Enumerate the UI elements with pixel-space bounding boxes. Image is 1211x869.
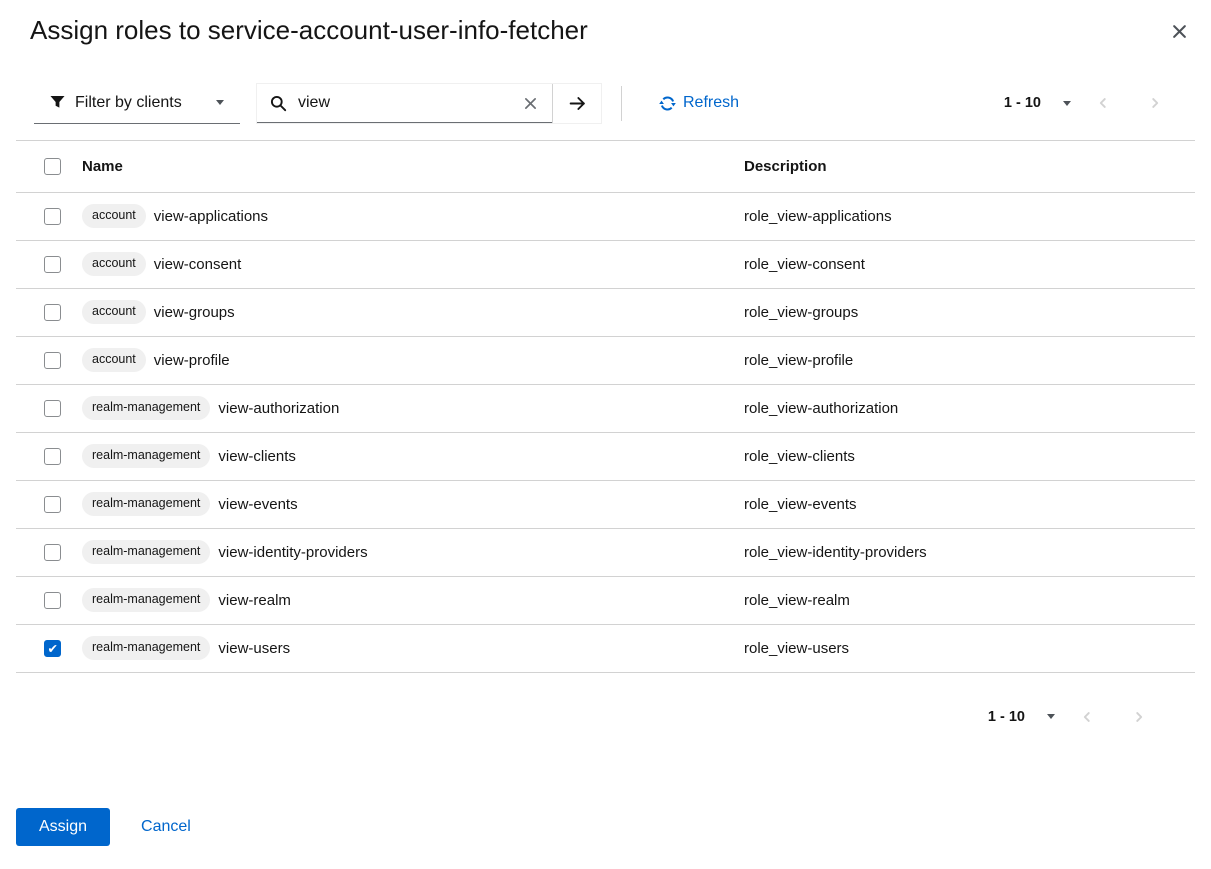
filter-dropdown-label: Filter by clients	[75, 94, 182, 112]
role-description: role_view-identity-providers	[744, 528, 1195, 576]
chevron-left-icon	[1096, 98, 1110, 113]
chevron-right-icon	[1132, 712, 1146, 727]
filter-icon	[50, 95, 65, 110]
row-checkbox[interactable]	[44, 256, 61, 273]
client-badge: realm-management	[82, 396, 210, 420]
row-checkbox[interactable]	[44, 208, 61, 225]
role-description: role_view-realm	[744, 576, 1195, 624]
table-row: account view-applications role_view-appl…	[16, 192, 1195, 240]
client-badge: realm-management	[82, 444, 210, 468]
row-checkbox[interactable]	[44, 544, 61, 561]
previous-page-button[interactable]	[1077, 88, 1129, 118]
role-name: view-profile	[154, 352, 230, 369]
row-checkbox[interactable]	[44, 352, 61, 369]
previous-page-button[interactable]	[1061, 702, 1113, 732]
role-name: view-applications	[154, 208, 268, 225]
cancel-button[interactable]: Cancel	[141, 818, 191, 836]
table-row: realm-management view-authorization role…	[16, 384, 1195, 432]
role-name: view-events	[218, 496, 297, 513]
role-name: view-clients	[218, 448, 296, 465]
page-title: Assign roles to service-account-user-inf…	[30, 14, 1181, 47]
search-input[interactable]	[296, 93, 500, 113]
client-badge: realm-management	[82, 492, 210, 516]
assign-roles-modal: Assign roles to service-account-user-inf…	[0, 0, 1211, 733]
search-group	[256, 83, 602, 124]
role-description: role_view-events	[744, 480, 1195, 528]
role-name: view-realm	[218, 592, 291, 609]
search-submit-button[interactable]	[552, 84, 601, 123]
toolbar: Filter by clients	[34, 83, 1195, 124]
clear-search-button[interactable]	[509, 97, 552, 110]
caret-down-icon	[216, 100, 224, 105]
table-row: realm-management view-identity-providers…	[16, 528, 1195, 576]
role-description: role_view-profile	[744, 336, 1195, 384]
refresh-button[interactable]: Refresh	[659, 83, 739, 124]
caret-down-icon	[1063, 101, 1071, 106]
client-badge: account	[82, 252, 146, 276]
clear-icon	[524, 97, 537, 110]
chevron-right-icon	[1148, 98, 1162, 113]
client-badge: account	[82, 348, 146, 372]
roles-table: Name Description account view-applicatio…	[16, 140, 1195, 673]
select-all-checkbox[interactable]	[44, 158, 61, 175]
table-header-row: Name Description	[16, 140, 1195, 192]
row-checkbox[interactable]	[44, 400, 61, 417]
row-checkbox[interactable]	[44, 496, 61, 513]
role-table-body: account view-applications role_view-appl…	[16, 192, 1195, 672]
role-description: role_view-authorization	[744, 384, 1195, 432]
role-name: view-authorization	[218, 400, 339, 417]
row-checkbox[interactable]	[44, 640, 61, 657]
pagination-range-toggle[interactable]: 1 - 10	[982, 701, 1061, 733]
next-page-button[interactable]	[1129, 88, 1181, 118]
toolbar-divider	[621, 86, 622, 121]
next-page-button[interactable]	[1113, 702, 1165, 732]
table-row: realm-management view-events role_view-e…	[16, 480, 1195, 528]
role-name: view-identity-providers	[218, 544, 367, 561]
role-description: role_view-consent	[744, 240, 1195, 288]
table-row: realm-management view-users role_view-us…	[16, 624, 1195, 672]
table-row: account view-consent role_view-consent	[16, 240, 1195, 288]
search-icon	[270, 95, 287, 112]
role-description: role_view-applications	[744, 192, 1195, 240]
modal-actions: Assign Cancel	[16, 808, 191, 846]
table-row: account view-profile role_view-profile	[16, 336, 1195, 384]
pagination-range: 1 - 10	[988, 709, 1025, 725]
column-header-name: Name	[82, 140, 744, 192]
role-name: view-users	[218, 640, 290, 657]
row-checkbox[interactable]	[44, 304, 61, 321]
top-pagination: 1 - 10	[998, 83, 1195, 124]
bottom-pagination: 1 - 10	[0, 701, 1211, 733]
refresh-label: Refresh	[683, 94, 739, 112]
role-name: view-groups	[154, 304, 235, 321]
client-badge: account	[82, 204, 146, 228]
role-description: role_view-groups	[744, 288, 1195, 336]
table-row: realm-management view-clients role_view-…	[16, 432, 1195, 480]
pagination-range: 1 - 10	[1004, 95, 1041, 111]
role-description: role_view-clients	[744, 432, 1195, 480]
client-badge: account	[82, 300, 146, 324]
client-badge: realm-management	[82, 636, 210, 660]
filter-dropdown[interactable]: Filter by clients	[34, 83, 240, 124]
role-name: view-consent	[154, 256, 242, 273]
modal-header: Assign roles to service-account-user-inf…	[0, 0, 1211, 47]
row-checkbox[interactable]	[44, 592, 61, 609]
caret-down-icon	[1047, 714, 1055, 719]
client-badge: realm-management	[82, 540, 210, 564]
close-button[interactable]	[1164, 16, 1195, 47]
arrow-right-icon	[568, 95, 587, 112]
pagination-range-toggle[interactable]: 1 - 10	[998, 87, 1077, 119]
close-icon	[1172, 27, 1187, 42]
role-description: role_view-users	[744, 624, 1195, 672]
table-row: realm-management view-realm role_view-re…	[16, 576, 1195, 624]
refresh-icon	[659, 95, 676, 112]
table-row: account view-groups role_view-groups	[16, 288, 1195, 336]
assign-button[interactable]: Assign	[16, 808, 110, 846]
chevron-left-icon	[1080, 712, 1094, 727]
row-checkbox[interactable]	[44, 448, 61, 465]
column-header-description: Description	[744, 140, 1195, 192]
search-input-wrap	[257, 84, 552, 123]
client-badge: realm-management	[82, 588, 210, 612]
